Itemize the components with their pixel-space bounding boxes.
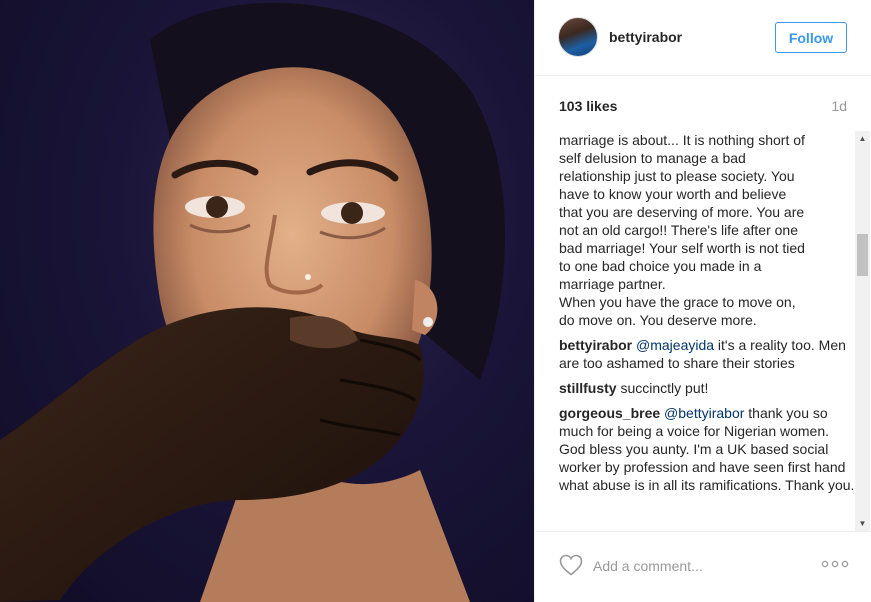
- caption-line: relationship just to please society. You: [559, 168, 795, 184]
- scroll-down-arrow-icon[interactable]: ▼: [855, 516, 870, 531]
- caption-line: have to know your worth and believe: [559, 186, 787, 202]
- username-link[interactable]: bettyirabor: [609, 29, 682, 45]
- post-image: [0, 2, 505, 602]
- comment-item: bettyirabor @majeayida it's a reality to…: [559, 336, 855, 372]
- post-footer: [535, 531, 871, 602]
- add-comment-input[interactable]: [593, 554, 813, 578]
- comment-username[interactable]: gorgeous_bree: [559, 405, 660, 421]
- post-meta: 103 likes 1d: [535, 76, 871, 131]
- post-timestamp[interactable]: 1d: [831, 98, 847, 114]
- caption-line: not an old cargo!! There's life after on…: [559, 222, 799, 238]
- comment-text: succinctly put!: [616, 380, 709, 396]
- more-options-icon[interactable]: [821, 557, 849, 571]
- caption-line: bad marriage! Your self worth is not tie…: [559, 240, 805, 256]
- caption-line: self delusion to manage a bad: [559, 150, 746, 166]
- caption-line: to one bad choice you made in a: [559, 258, 762, 274]
- caption-text: marriage is about... It is nothing short…: [559, 131, 855, 329]
- comment-mention[interactable]: @majeayida: [636, 337, 714, 353]
- follow-button[interactable]: Follow: [775, 22, 847, 53]
- avatar[interactable]: [558, 17, 598, 57]
- comment-item: stillfusty succinctly put!: [559, 379, 855, 397]
- post-photo[interactable]: [0, 0, 534, 602]
- heart-icon[interactable]: [559, 554, 583, 576]
- comment-username[interactable]: bettyirabor: [559, 337, 632, 353]
- caption-line: marriage partner.: [559, 276, 666, 292]
- comment-item: gorgeous_bree @bettyirabor thank you so …: [559, 404, 855, 494]
- scroll-thumb[interactable]: [857, 234, 868, 276]
- comment-mention[interactable]: @bettyirabor: [664, 405, 744, 421]
- caption-line: marriage is about... It is nothing short…: [559, 132, 805, 148]
- comments-scrollbar[interactable]: ▲ ▼: [855, 131, 870, 531]
- caption-line: do move on. You deserve more.: [559, 312, 757, 328]
- post-side-panel: bettyirabor Follow 103 likes 1d marriage…: [534, 0, 871, 602]
- scroll-up-arrow-icon[interactable]: ▲: [855, 131, 870, 146]
- likes-count[interactable]: 103 likes: [559, 98, 617, 114]
- comment-username[interactable]: stillfusty: [559, 380, 617, 396]
- caption-line: When you have the grace to move on,: [559, 294, 796, 310]
- comments-list: marriage is about... It is nothing short…: [559, 131, 855, 531]
- post-header: bettyirabor Follow: [535, 0, 871, 76]
- caption-line: that you are deserving of more. You are: [559, 204, 805, 220]
